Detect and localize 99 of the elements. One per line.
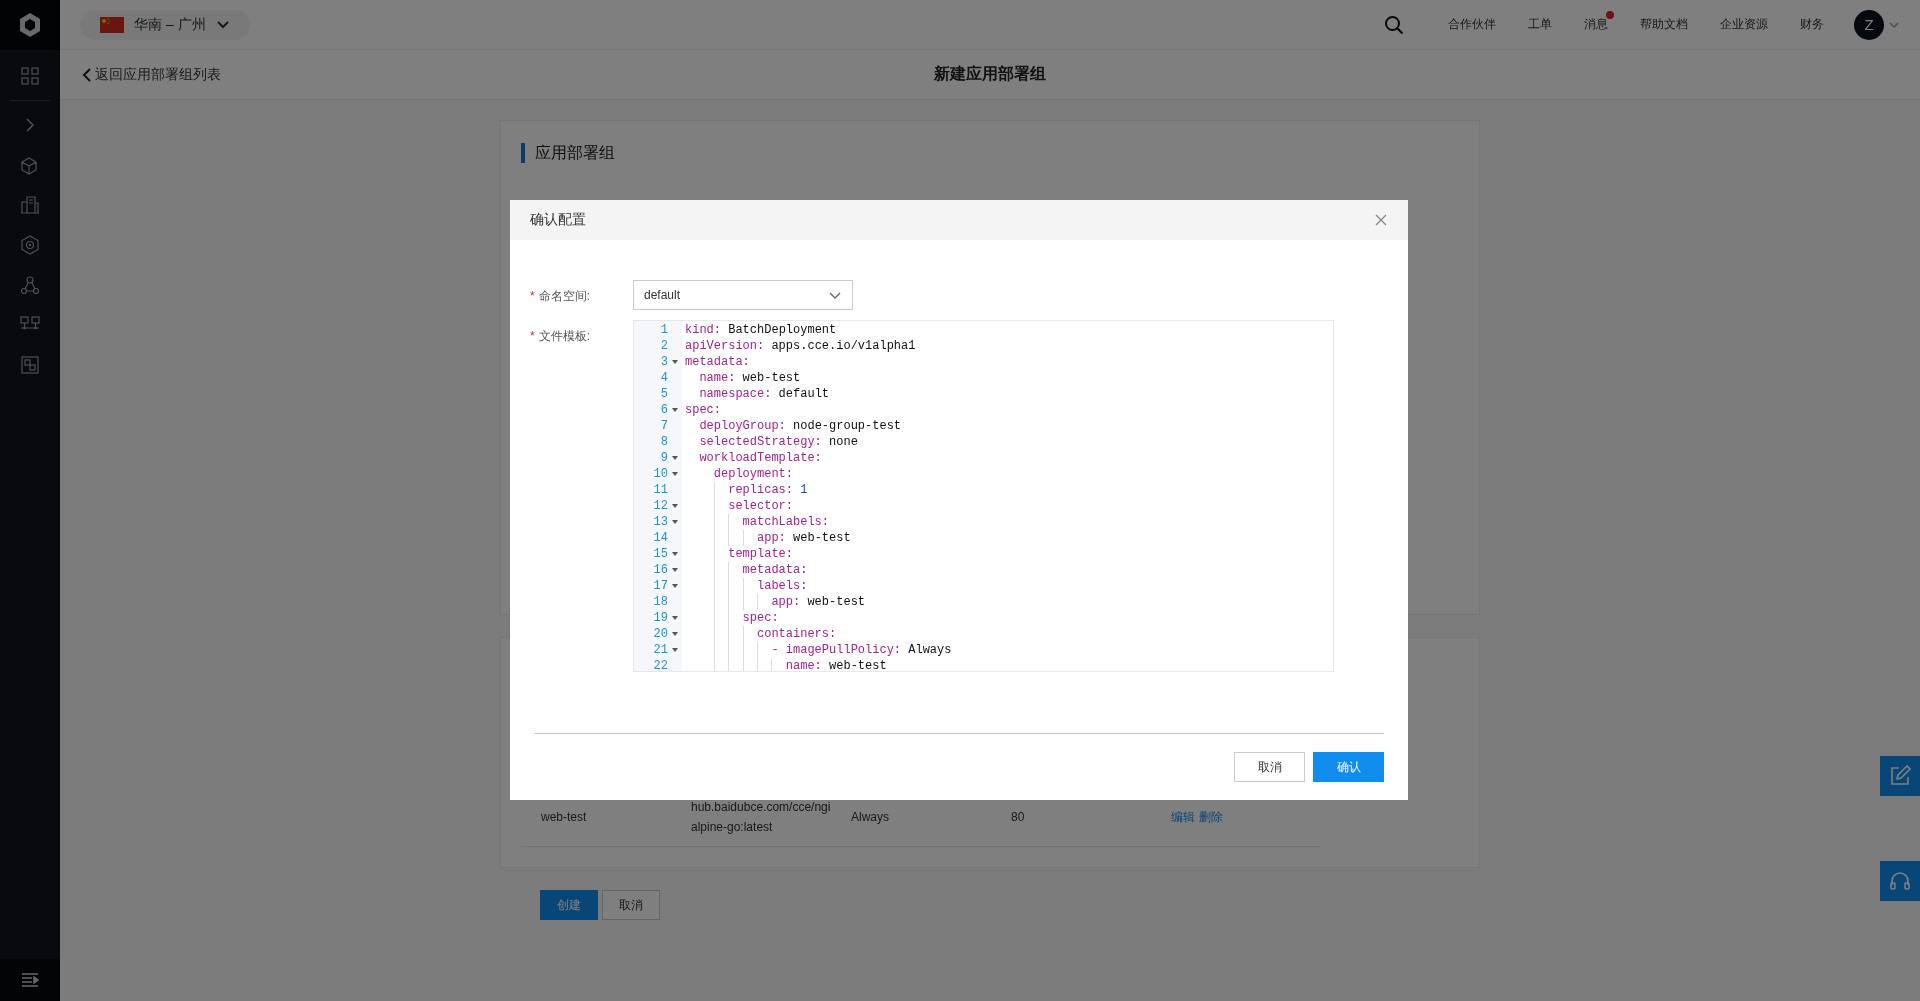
fold-caret-icon[interactable]: [672, 568, 678, 572]
fold-caret-icon[interactable]: [672, 408, 678, 412]
code-line: metadata:: [684, 354, 750, 370]
line-number: 15: [652, 546, 668, 562]
nav-link[interactable]: 财务: [1800, 17, 1824, 31]
table-cell-text: 80: [1010, 809, 1026, 826]
line-number: 5: [659, 386, 668, 402]
fold-caret-icon[interactable]: [672, 520, 678, 524]
code-editor[interactable]: [633, 320, 1334, 672]
code-line: containers:: [682, 626, 837, 642]
line-number: 13: [652, 514, 668, 530]
line-number: 4: [659, 370, 668, 386]
fold-caret-icon[interactable]: [672, 552, 678, 556]
code-line: replicas: 1: [682, 482, 808, 498]
line-number: 9: [659, 450, 668, 466]
fold-caret-icon[interactable]: [672, 648, 678, 652]
line-number: 10: [652, 466, 668, 482]
fold-caret-icon[interactable]: [672, 616, 678, 620]
code-line: labels:: [682, 578, 808, 594]
code-line: spec:: [682, 610, 779, 626]
line-number: 17: [652, 578, 668, 594]
search-icon[interactable]: [1384, 14, 1404, 35]
region-selector[interactable]: 华南 – 广州: [80, 9, 250, 40]
line-number: 8: [659, 434, 668, 450]
code-line: spec:: [684, 402, 721, 418]
nodes-icon[interactable]: [19, 274, 41, 296]
logo-icon[interactable]: [18, 12, 42, 38]
fold-caret-icon[interactable]: [672, 456, 678, 460]
feedback-button[interactable]: [1880, 756, 1920, 796]
code-line: matchLabels:: [682, 514, 830, 530]
field-label: 命名空间:: [538, 289, 590, 303]
fold-caret-icon[interactable]: [672, 632, 678, 636]
page-title: 新建应用部署组: [934, 65, 1046, 82]
nav-link[interactable]: 帮助文档: [1640, 17, 1688, 31]
table-cell-text: hub.baidubce.com/cce/ngi alpine-go:latest: [690, 799, 831, 836]
squares-icon[interactable]: [19, 354, 41, 376]
code-line: deployGroup: node-group-test: [698, 418, 902, 434]
code-line: metadata:: [682, 562, 808, 578]
table-cell-text: web-test: [540, 809, 588, 826]
grid-icon[interactable]: [19, 65, 41, 87]
line-number: 16: [652, 562, 668, 578]
line-number: 7: [659, 418, 668, 434]
line-number: 11: [652, 482, 668, 498]
line-number: 14: [652, 530, 668, 546]
required-asterisk: *: [530, 289, 535, 303]
section-title: 应用部署组: [521, 143, 1459, 163]
nav-link[interactable]: 消息: [1584, 17, 1608, 31]
support-button[interactable]: [1880, 861, 1920, 901]
user-avatar[interactable]: Z: [1854, 9, 1884, 40]
code-line: kind: BatchDeployment: [684, 322, 837, 338]
building-icon[interactable]: [19, 194, 41, 216]
field-label: 文件模板:: [538, 329, 590, 343]
code-line: name: web-test: [698, 370, 801, 386]
headset-icon: [1889, 870, 1911, 892]
line-number: 3: [659, 354, 668, 370]
code-line: apiVersion: apps.cce.io/v1alpha1: [684, 338, 916, 354]
nav-link[interactable]: 合作伙伴: [1448, 17, 1496, 31]
dialog-button[interactable]: 确认: [1313, 752, 1384, 782]
dialog-title: 确认配置: [530, 211, 587, 229]
code-line: selectedStrategy: none: [698, 434, 858, 450]
line-number: 19: [652, 610, 668, 626]
namespace-select[interactable]: default: [633, 280, 853, 310]
hexagon-icon[interactable]: [19, 234, 41, 256]
line-number: 12: [652, 498, 668, 514]
code-line: selector:: [682, 498, 794, 514]
line-number: 1: [659, 322, 668, 338]
line-number: 20: [652, 626, 668, 642]
form-button[interactable]: 创建: [540, 890, 598, 920]
line-number: 2: [659, 338, 668, 354]
line-number: 6: [659, 402, 668, 418]
fold-caret-icon[interactable]: [672, 360, 678, 364]
dialog-button[interactable]: 取消: [1234, 752, 1305, 782]
code-line: workloadTemplate:: [698, 450, 822, 466]
code-line: app: web-test: [682, 530, 851, 546]
form-button[interactable]: 取消: [602, 890, 660, 920]
table-cell-text: Always: [850, 809, 890, 826]
fold-caret-icon[interactable]: [672, 584, 678, 588]
code-line: - imagePullPolicy: Always: [682, 642, 952, 658]
close-icon[interactable]: [1374, 213, 1388, 227]
chevron-left-icon: [82, 67, 92, 82]
code-line: app: web-test: [682, 594, 866, 610]
code-line: deployment:: [712, 466, 794, 482]
nav-link[interactable]: 企业资源: [1720, 17, 1768, 31]
fold-caret-icon[interactable]: [672, 504, 678, 508]
action-link[interactable]: 删除: [1199, 810, 1223, 824]
edit-icon: [1889, 765, 1911, 787]
code-line: template:: [682, 546, 794, 562]
line-number: 22: [652, 658, 668, 671]
back-link[interactable]: 返回应用部署组列表: [82, 65, 221, 84]
flag-icon: [100, 16, 124, 33]
line-number: 21: [652, 642, 668, 658]
required-asterisk: *: [530, 329, 535, 343]
action-link[interactable]: 编辑: [1171, 810, 1195, 824]
nav-link[interactable]: 工单: [1528, 17, 1552, 31]
fold-caret-icon[interactable]: [672, 472, 678, 476]
menu-icon[interactable]: [21, 973, 39, 987]
line-number: 18: [652, 594, 668, 610]
code-line: name: web-test: [682, 658, 887, 671]
code-line: namespace: default: [698, 386, 830, 402]
